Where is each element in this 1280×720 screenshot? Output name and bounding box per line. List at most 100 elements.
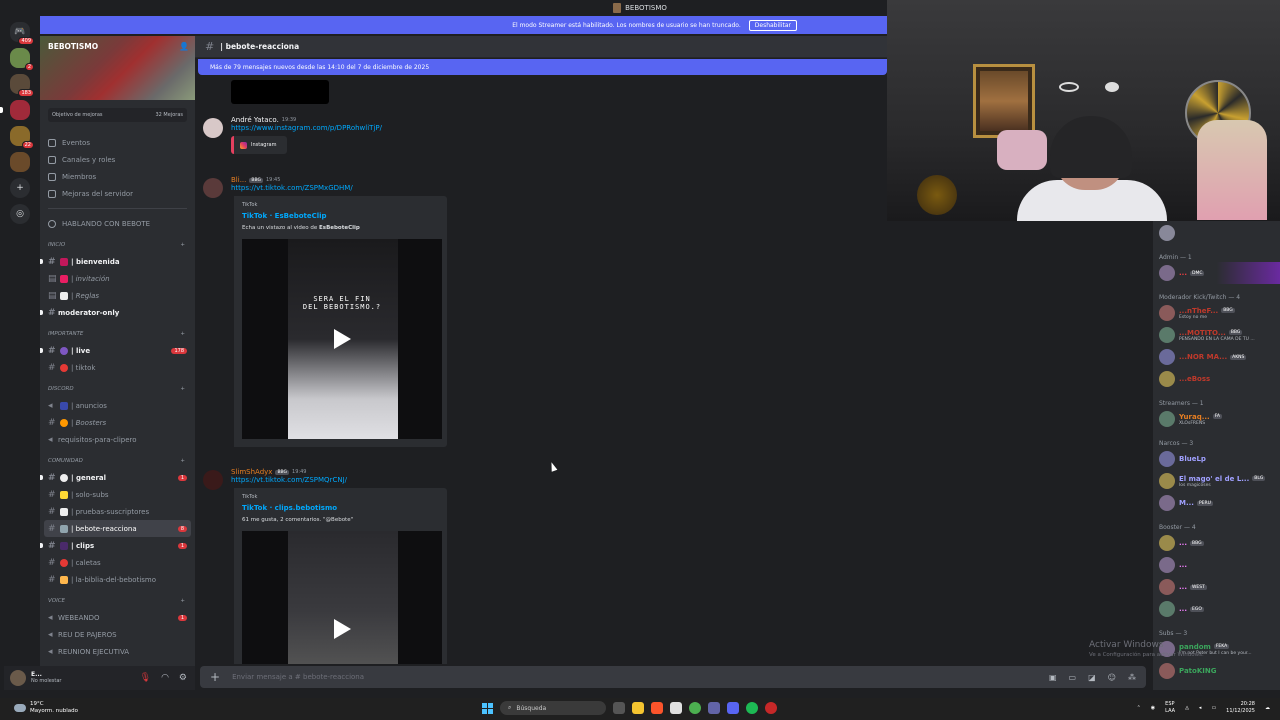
embed-title[interactable]: TikTok · EsBeboteClip (242, 212, 439, 220)
network-icon[interactable]: ◉ (1151, 705, 1155, 712)
message-link[interactable]: https://vt.tiktok.com/ZSPMxGDHM/ (231, 184, 803, 192)
avatar[interactable] (203, 470, 223, 490)
server-icon-4[interactable] (10, 152, 30, 172)
discord-icon[interactable] (727, 702, 739, 714)
channel-caletas[interactable]: # | caletas (44, 554, 191, 571)
server-name[interactable]: BEBOTISMO (48, 42, 98, 51)
channel-general[interactable]: # | general 1 (40, 469, 191, 486)
channel-requisitos[interactable]: ◂ requisitos-para-clipero (44, 431, 191, 448)
headphones-icon[interactable]: ◠ (161, 673, 169, 683)
message-link[interactable]: https://vt.tiktok.com/ZSPMQrCNJ/ (231, 476, 803, 484)
user-info[interactable]: E... No molestar (31, 671, 61, 685)
app-icon[interactable] (670, 702, 682, 714)
avatar[interactable] (203, 178, 223, 198)
channel-bienvenida[interactable]: # | bienvenida (40, 253, 191, 270)
voice-channel-reunion[interactable]: ◂ REUNION EJECUTIVA (44, 643, 191, 660)
member-item[interactable]: ... EGO (1153, 598, 1280, 620)
weather-widget[interactable]: 19°C Mayorm. nublado (14, 701, 78, 715)
member-item[interactable]: Yuraq... FA XLOsFRENS (1153, 408, 1280, 430)
channel-anuncios[interactable]: ◂ | anuncios (44, 397, 191, 414)
member-item[interactable]: ... DMC (1153, 262, 1280, 284)
member-item[interactable]: BlueLp (1153, 448, 1280, 470)
explore-icon[interactable]: ◎ (10, 204, 30, 224)
member-item[interactable]: ...NOR MA... AKNS (1153, 346, 1280, 368)
mic-muted-icon[interactable]: 🎙 (140, 673, 151, 683)
category-inicio[interactable]: INICIO + (40, 237, 195, 253)
member-item[interactable]: ... (1153, 554, 1280, 576)
channel-live[interactable]: # | live 178 (40, 342, 191, 359)
category-discord[interactable]: DISCORD + (40, 381, 195, 397)
category-comunidad[interactable]: COMUNIDAD + (40, 453, 195, 469)
channel-pruebas-suscriptores[interactable]: # | pruebas-suscriptores (44, 503, 191, 520)
channel-boosters[interactable]: # | Boosters (44, 414, 191, 431)
avatar[interactable] (203, 118, 223, 138)
member-item[interactable]: ... BBG (1153, 532, 1280, 554)
voice-channel-reu[interactable]: ◂ REU DE PAJEROS (44, 626, 191, 643)
battery-icon[interactable]: ▭ (1211, 705, 1216, 712)
gift-icon[interactable]: ▣ (1049, 673, 1057, 682)
server-icon-bebotismo[interactable] (0, 100, 30, 120)
member-item[interactable]: ... WEST (1153, 576, 1280, 598)
emoji-icon[interactable]: ☺ (1108, 673, 1116, 682)
channel-solo-subs[interactable]: # | solo-subs (44, 486, 191, 503)
apps-icon[interactable]: ⁂ (1128, 673, 1136, 682)
server-icon-2[interactable]: 183 (10, 74, 34, 97)
add-channel-icon[interactable]: + (180, 331, 185, 337)
nav-channels-roles[interactable]: Canales y roles (40, 151, 195, 168)
disable-streamer-button[interactable]: Deshabilitar (748, 19, 797, 31)
channel-clips[interactable]: # | clips 1 (40, 537, 191, 554)
app-icon[interactable] (765, 702, 777, 714)
task-view-icon[interactable] (613, 702, 625, 714)
add-server-icon[interactable]: + (10, 178, 30, 198)
previous-embed[interactable] (231, 80, 329, 104)
add-channel-icon[interactable]: + (180, 386, 185, 392)
category-importante[interactable]: IMPORTANTE + (40, 326, 195, 342)
brave-icon[interactable] (651, 702, 663, 714)
server-banner[interactable]: BEBOTISMO 👤 (40, 36, 195, 100)
nav-events[interactable]: Eventos (40, 134, 195, 151)
clock[interactable]: 20:28 11/12/2025 (1226, 701, 1255, 715)
channel-reglas[interactable]: ▤ | Reglas (44, 287, 191, 304)
message-author[interactable]: SlimShAdyx (231, 468, 272, 476)
file-explorer-icon[interactable] (632, 702, 644, 714)
direct-messages-icon[interactable]: 🎮 409 (10, 22, 34, 45)
play-icon[interactable] (334, 329, 351, 349)
embed-title[interactable]: TikTok · clips.bebotismo (242, 504, 439, 512)
spotify-icon[interactable] (746, 702, 758, 714)
server-icon-1[interactable]: 2 (10, 48, 34, 71)
windows-start-icon[interactable] (482, 702, 493, 714)
member-item[interactable]: ...nTheF... BBG Estoy no me (1153, 302, 1280, 324)
language-indicator[interactable]: ESP LAA (1165, 701, 1175, 715)
add-channel-icon[interactable]: + (180, 242, 185, 248)
member-item[interactable]: El mago' el de L... BLG los magicoses (1153, 470, 1280, 492)
sticker-icon[interactable]: ◪ (1088, 673, 1096, 682)
wifi-icon[interactable]: ◬ (1185, 705, 1189, 712)
gif-icon[interactable]: ▭ (1069, 673, 1077, 682)
taskbar-search[interactable]: ⌕ Búsqueda (500, 701, 606, 715)
nav-server-boost[interactable]: Mejoras del servidor (40, 185, 195, 202)
boost-goal[interactable]: Objetivo de mejoras 32 Mejoras (48, 108, 187, 122)
notifications-icon[interactable]: ☁ (1265, 705, 1270, 712)
add-channel-icon[interactable]: + (180, 598, 185, 604)
new-messages-bar[interactable]: Más de 79 mensajes nuevos desde las 14:1… (198, 59, 887, 75)
gear-icon[interactable]: ⚙ (179, 673, 187, 683)
member-item[interactable]: PatoKING (1153, 660, 1280, 682)
teams-icon[interactable] (708, 702, 720, 714)
member-item[interactable] (1153, 222, 1280, 244)
avatar[interactable] (10, 670, 26, 686)
channel-invitacion[interactable]: ▤ | invitación (44, 270, 191, 287)
volume-icon[interactable]: ◂ (1199, 705, 1202, 712)
channel-tiktok[interactable]: # | tiktok (44, 359, 191, 376)
video-thumbnail[interactable]: SERA EL FIN DEL BEBOTISMO.? (242, 239, 442, 439)
member-item[interactable]: ...eBoss (1153, 368, 1280, 390)
member-item[interactable]: ...MOTITO... BBG PENSANDO EN LA CAMA DE TU… (1153, 324, 1280, 346)
add-channel-icon[interactable]: + (180, 458, 185, 464)
member-list[interactable]: Admin — 1... DMC Moderador Kick/Twitch — 4… (1153, 220, 1280, 690)
channel-bebote-reacciona[interactable]: # | bebote-reacciona 8 (44, 520, 191, 537)
chrome-icon[interactable] (689, 702, 701, 714)
voice-status[interactable]: HABLANDO CON BEBOTE (40, 215, 195, 232)
message-composer[interactable]: + Enviar mensaje a # bebote-reacciona ▣ … (200, 666, 1146, 688)
video-thumbnail[interactable] (242, 531, 442, 664)
add-attachment-icon[interactable]: + (210, 670, 220, 684)
category-voice[interactable]: VOICE + (40, 593, 195, 609)
